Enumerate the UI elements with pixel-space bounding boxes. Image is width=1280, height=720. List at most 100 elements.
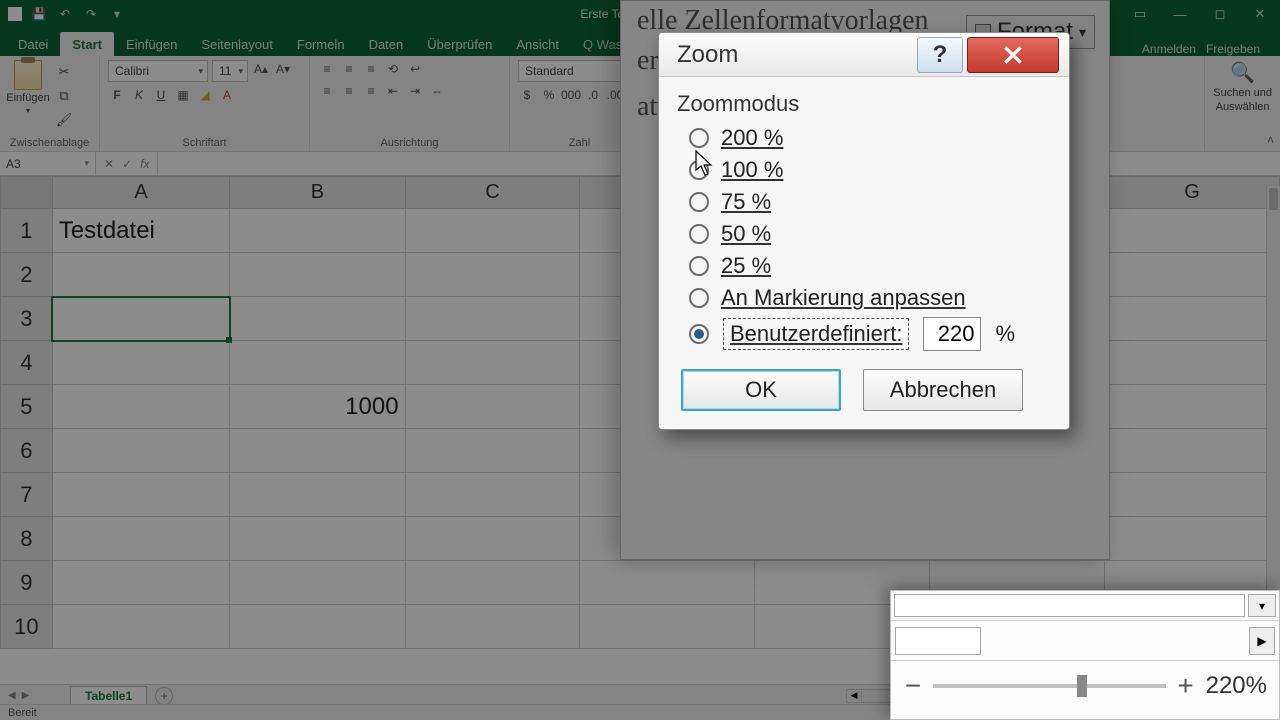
add-sheet-button[interactable]: + <box>155 687 173 705</box>
ok-button[interactable]: OK <box>681 369 841 411</box>
currency-icon[interactable]: $ <box>518 86 536 104</box>
font-size-combo[interactable]: 11 <box>212 60 248 82</box>
dialog-titlebar[interactable]: Zoom ? <box>659 33 1069 77</box>
zoom-percent-label[interactable]: 220% <box>1206 672 1267 700</box>
tab-einfugen[interactable]: Einfügen <box>114 32 189 56</box>
share-link[interactable]: Freigeben <box>1206 42 1260 56</box>
zoom-popup-field[interactable] <box>895 627 981 655</box>
row-header[interactable]: 4 <box>1 341 53 385</box>
zoom-popup-input[interactable] <box>894 594 1245 617</box>
row-header[interactable]: 7 <box>1 473 53 517</box>
col-header[interactable]: B <box>230 177 405 209</box>
zoom-option-200[interactable]: 200 % <box>689 125 1051 151</box>
find-label-2: Auswählen <box>1216 101 1270 113</box>
format-painter-icon[interactable]: 🖌 <box>54 110 74 130</box>
qat-more-icon[interactable]: ▾ <box>108 5 126 23</box>
underline-button[interactable]: U <box>152 86 170 104</box>
selected-cell[interactable] <box>52 297 230 341</box>
zoom-in-button[interactable]: + <box>1176 670 1196 702</box>
orientation-icon[interactable]: ⟲ <box>384 60 402 78</box>
merge-icon[interactable]: ⇔ <box>428 82 446 100</box>
tab-seitenlayout[interactable]: Seitenlayout <box>189 32 285 56</box>
zoom-option-fit[interactable]: An Markierung anpassen <box>689 285 1051 311</box>
tab-start[interactable]: Start <box>60 32 114 56</box>
fill-color-button[interactable]: ◢ <box>196 86 214 104</box>
shrink-font-icon[interactable]: A▾ <box>274 60 292 78</box>
grow-font-icon[interactable]: A▴ <box>252 60 270 78</box>
sheet-tab[interactable]: Tabelle1 <box>70 686 147 705</box>
indent-dec-icon[interactable]: ⇤ <box>384 82 402 100</box>
zoom-popup-play-icon[interactable]: ▶ <box>1249 627 1275 655</box>
font-color-button[interactable]: A <box>218 86 236 104</box>
dec-inc-icon[interactable]: .0 <box>584 86 602 104</box>
row-header[interactable]: 8 <box>1 517 53 561</box>
tab-daten[interactable]: Daten <box>357 32 416 56</box>
zoom-option-75[interactable]: 75 % <box>689 189 1051 215</box>
italic-button[interactable]: K <box>130 86 148 104</box>
zoom-option-custom[interactable]: Benutzerdefiniert: % <box>689 317 1051 351</box>
collapse-ribbon-icon[interactable]: ˄ <box>1267 133 1274 147</box>
row-header[interactable]: 1 <box>1 209 53 253</box>
col-header[interactable]: C <box>405 177 580 209</box>
zoom-slider[interactable] <box>933 684 1166 688</box>
redo-icon[interactable]: ↷ <box>82 5 100 23</box>
close-window-icon[interactable]: ✕ <box>1240 0 1280 28</box>
tab-uberprufen[interactable]: Überprüfen <box>415 32 504 56</box>
align-top-icon[interactable]: ≡ <box>318 60 336 78</box>
paste-button[interactable]: Einfügen ▾ <box>8 60 48 130</box>
zoom-slider-thumb[interactable] <box>1077 675 1087 697</box>
align-left-icon[interactable]: ≡ <box>318 82 336 100</box>
zoom-option-50[interactable]: 50 % <box>689 221 1051 247</box>
align-middle-icon[interactable]: ≡ <box>340 60 358 78</box>
col-header[interactable]: G <box>1105 177 1280 209</box>
radio-icon <box>689 256 709 276</box>
zoom-out-button[interactable]: − <box>903 670 923 702</box>
custom-zoom-input[interactable] <box>923 317 981 351</box>
dialog-help-button[interactable]: ? <box>917 37 963 73</box>
zoom-status-panel: ▾ ▶ − + 220% <box>890 590 1280 720</box>
row-header[interactable]: 6 <box>1 429 53 473</box>
undo-icon[interactable]: ↶ <box>56 5 74 23</box>
cell[interactable]: 1000 <box>230 385 405 429</box>
save-icon[interactable]: 💾 <box>30 5 48 23</box>
border-button[interactable]: ▦ <box>174 86 192 104</box>
row-header[interactable]: 10 <box>1 605 53 649</box>
ribbon-options-icon[interactable]: ▭ <box>1120 0 1160 28</box>
zoom-option-25[interactable]: 25 % <box>689 253 1051 279</box>
thousands-icon[interactable]: 000 <box>562 86 580 104</box>
align-right-icon[interactable]: ≡ <box>362 82 380 100</box>
zoom-option-100[interactable]: 100 % <box>689 157 1051 183</box>
name-box[interactable]: A3 <box>0 152 96 175</box>
cell[interactable]: Testdatei <box>52 209 230 253</box>
cancel-button[interactable]: Abbrechen <box>863 369 1023 411</box>
dialog-close-button[interactable] <box>967 37 1059 73</box>
cut-icon[interactable]: ✂ <box>54 62 74 82</box>
row-header[interactable]: 2 <box>1 253 53 297</box>
confirm-entry-icon[interactable]: ✓ <box>122 157 132 171</box>
minimize-icon[interactable]: — <box>1160 0 1200 28</box>
maximize-icon[interactable]: ◻ <box>1200 0 1240 28</box>
wrap-text-icon[interactable]: ↩ <box>406 60 424 78</box>
sheet-nav-prev-icon[interactable]: ◀ <box>8 690 16 701</box>
sign-in-link[interactable]: Anmelden <box>1142 42 1196 56</box>
align-center-icon[interactable]: ≡ <box>340 82 358 100</box>
bold-button[interactable]: F <box>108 86 126 104</box>
row-header[interactable]: 5 <box>1 385 53 429</box>
percent-icon[interactable]: % <box>540 86 558 104</box>
select-all-corner[interactable] <box>1 177 53 209</box>
row-header[interactable]: 9 <box>1 561 53 605</box>
tab-ansicht[interactable]: Ansicht <box>504 32 571 56</box>
sheet-nav-next-icon[interactable]: ▶ <box>22 690 30 701</box>
hscroll-left-icon[interactable]: ◀ <box>846 689 862 703</box>
row-header[interactable]: 3 <box>1 297 53 341</box>
col-header[interactable]: A <box>52 177 230 209</box>
indent-inc-icon[interactable]: ⇥ <box>406 82 424 100</box>
tab-datei[interactable]: Datei <box>6 32 60 56</box>
cancel-entry-icon[interactable]: ✕ <box>104 157 114 171</box>
tab-formeln[interactable]: Formeln <box>285 32 357 56</box>
fx-icon[interactable]: fx <box>140 157 149 171</box>
copy-icon[interactable]: ⧉ <box>54 86 74 106</box>
zoom-popup-dropdown-icon[interactable]: ▾ <box>1248 594 1276 617</box>
align-bottom-icon[interactable]: ≡ <box>362 60 380 78</box>
font-name-combo[interactable]: Calibri <box>108 60 208 82</box>
